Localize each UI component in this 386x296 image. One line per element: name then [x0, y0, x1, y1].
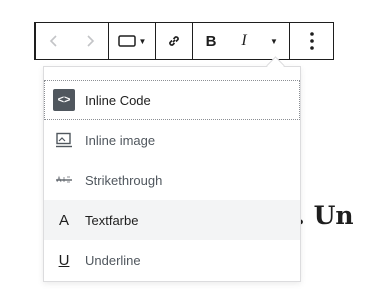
menu-item-strikethrough[interactable]: Strikethrough: [44, 160, 300, 200]
chevron-down-icon: ▼: [138, 36, 147, 46]
block-group: ▼: [109, 23, 156, 59]
more-formats-toggle[interactable]: ▼: [259, 23, 289, 59]
chevron-down-icon: ▼: [270, 36, 278, 46]
format-dropdown-menu: <> Inline Code Inline image Strikethroug…: [43, 66, 301, 282]
menu-item-label: Inline Code: [85, 92, 151, 108]
image-icon: [53, 129, 75, 151]
underline-icon: U: [58, 251, 70, 269]
formatting-toolbar: ▼ B I ▼: [34, 22, 334, 60]
history-group: [36, 23, 109, 59]
link-group: [156, 23, 193, 59]
format-group: B I ▼: [193, 23, 290, 59]
bold-button[interactable]: B: [193, 23, 229, 59]
chevron-left-icon: [49, 35, 57, 47]
forward-button[interactable]: [72, 23, 108, 59]
chevron-right-icon: [87, 35, 95, 47]
more-options-button[interactable]: [294, 23, 330, 59]
options-group: [290, 23, 333, 59]
text-color-icon: A: [58, 211, 69, 229]
menu-item-underline[interactable]: U Underline: [44, 240, 300, 280]
code-icon: <>: [53, 89, 75, 111]
menu-item-label: Underline: [85, 252, 141, 268]
block-type-button[interactable]: ▼: [109, 23, 155, 59]
strikethrough-icon: [53, 169, 75, 191]
menu-item-inline-code[interactable]: <> Inline Code: [44, 80, 300, 120]
rectangle-block-icon: [117, 35, 136, 47]
more-vertical-icon: [309, 32, 314, 50]
menu-item-inline-image[interactable]: Inline image: [44, 120, 300, 160]
link-icon: [169, 36, 179, 46]
menu-item-label: Inline image: [85, 132, 156, 148]
back-button[interactable]: [36, 23, 72, 59]
menu-item-text-color[interactable]: A Textfarbe: [44, 200, 300, 240]
link-button[interactable]: [156, 23, 192, 59]
menu-item-label: Textfarbe: [85, 212, 139, 228]
menu-item-label: Strikethrough: [85, 172, 163, 188]
italic-button[interactable]: I: [229, 23, 259, 59]
